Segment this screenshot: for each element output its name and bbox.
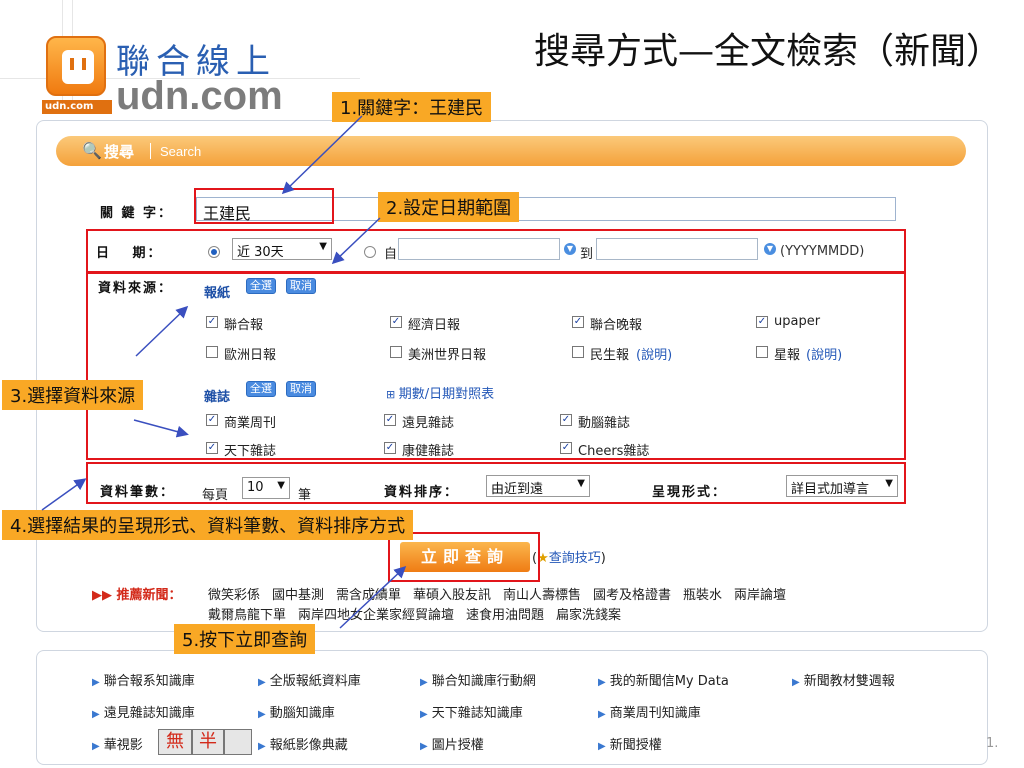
footer-link-label: 商業周刊知識庫: [609, 706, 701, 721]
triangle-right-icon: ▶: [258, 677, 266, 688]
footer-link[interactable]: ▶ 動腦知識庫: [258, 702, 335, 721]
recommended-news-link[interactable]: 戴爾鳥龍下單: [208, 604, 286, 623]
double-arrow-icon: ▶▶: [92, 588, 117, 603]
footer-link-label: 新聞教材雙週報: [803, 674, 895, 689]
footer-link-label: 遠見雜誌知識庫: [103, 706, 195, 721]
keyword-highlight: [194, 188, 334, 224]
logo-english-name: udn.com: [116, 74, 283, 118]
triangle-right-icon: ▶: [420, 709, 428, 720]
footer-link[interactable]: ▶ 聯合報系知識庫: [92, 670, 195, 689]
footer-link[interactable]: ▶ 全版報紙資料庫: [258, 670, 361, 689]
udn-logo[interactable]: udn.com 聯合線上 udn.com: [40, 30, 320, 120]
stamp-half: 半: [192, 729, 224, 755]
footer-link[interactable]: ▶ 天下雜誌知識庫: [420, 702, 523, 721]
footer-link-label: 動腦知識庫: [269, 706, 335, 721]
date-highlight: [86, 229, 906, 273]
logo-small-text: udn.com: [42, 100, 112, 114]
recommended-news-link[interactable]: 兩岸四地女企業家經貿論壇: [298, 604, 454, 623]
footer-link-label: 報紙影像典藏: [269, 738, 348, 753]
footer-link[interactable]: ▶ 遠見雜誌知識庫: [92, 702, 195, 721]
source-highlight: [86, 272, 906, 460]
recommended-news-link[interactable]: 國中基測: [272, 584, 324, 603]
footer-link-label: 聯合知識庫行動網: [431, 674, 536, 689]
footer-link-label: 我的新聞信My Data: [609, 674, 729, 689]
recommended-news-link[interactable]: 兩岸論壇: [734, 584, 786, 603]
recommended-news-link[interactable]: 速食用油問題: [466, 604, 544, 623]
stamp-none: 無: [158, 729, 192, 755]
slide-title: 搜尋方式—全文檢索（新聞）: [533, 31, 1002, 72]
footer-link-label: 圖片授權: [431, 738, 484, 753]
recommended-news-link[interactable]: 扁家洗錢案: [556, 604, 621, 623]
footer-link-label: 全版報紙資料庫: [269, 674, 361, 689]
recommended-news-link[interactable]: 國考及格證書: [593, 584, 671, 603]
triangle-right-icon: ▶: [598, 709, 606, 720]
recommended-news-link[interactable]: 南山人壽標售: [503, 584, 581, 603]
recommend-label-text: 推薦新聞：: [116, 588, 182, 603]
search-header-en: Search: [160, 144, 202, 159]
callout-step3: 3.選擇資料來源: [2, 380, 144, 410]
triangle-right-icon: ▶: [598, 677, 606, 688]
footer-link[interactable]: ▶ 新聞授權: [598, 734, 662, 753]
triangle-right-icon: ▶: [792, 677, 800, 688]
callout-step5: 5.按下立即查詢: [174, 624, 316, 654]
stamp-blank: [224, 729, 252, 755]
callout-step1: 1.關鍵字：王建民: [332, 92, 492, 122]
footer-link[interactable]: ▶ 華視影: [92, 734, 143, 753]
triangle-right-icon: ▶: [598, 741, 606, 752]
triangle-right-icon: ▶: [420, 741, 428, 752]
query-tips-label: 查詢技巧: [548, 551, 601, 566]
footer-link[interactable]: ▶ 圖片授權: [420, 734, 484, 753]
footer-link-label: 天下雜誌知識庫: [431, 706, 523, 721]
footer-link[interactable]: ▶ 商業周刊知識庫: [598, 702, 701, 721]
callout-step4: 4.選擇結果的呈現形式、資料筆數、資料排序方式: [2, 510, 414, 540]
search-header-label[interactable]: 搜尋: [104, 141, 134, 162]
recommended-news-link[interactable]: 需含成績單: [336, 584, 401, 603]
triangle-right-icon: ▶: [258, 709, 266, 720]
footer-link[interactable]: ▶ 我的新聞信My Data: [598, 670, 729, 689]
plug-logo-icon: [46, 36, 106, 96]
divider: [150, 143, 151, 159]
footer-link[interactable]: ▶ 新聞教材雙週報: [792, 670, 895, 689]
callout-step2: 2.設定日期範圍: [378, 192, 520, 222]
recommend-label: ▶▶ 推薦新聞：: [92, 584, 182, 603]
footer-link[interactable]: ▶ 聯合知識庫行動網: [420, 670, 536, 689]
search-header-bar: 🔍 搜尋 Search: [56, 136, 966, 166]
tips-close: ): [600, 551, 606, 566]
search-icon: 🔍: [82, 141, 102, 160]
footer-link[interactable]: ▶ 報紙影像典藏: [258, 734, 348, 753]
query-tips-link[interactable]: (★查詢技巧): [532, 547, 606, 566]
triangle-right-icon: ▶: [258, 741, 266, 752]
footer-link-label: 新聞授權: [609, 738, 662, 753]
recommended-news-link[interactable]: 瓶裝水: [683, 584, 722, 603]
recommended-news-link[interactable]: 華碩入股友訊: [413, 584, 491, 603]
triangle-right-icon: ▶: [92, 741, 100, 752]
triangle-right-icon: ▶: [420, 677, 428, 688]
footer-link-label: 聯合報系知識庫: [103, 674, 195, 689]
triangle-right-icon: ▶: [92, 677, 100, 688]
options-highlight: [86, 462, 906, 504]
triangle-right-icon: ▶: [92, 709, 100, 720]
recommended-news-link[interactable]: 微笑彩係: [208, 584, 260, 603]
keyword-label: 關 鍵 字：: [100, 206, 174, 221]
footer-link-label: 華視影: [103, 738, 143, 753]
page-mark: 1.: [986, 736, 999, 751]
